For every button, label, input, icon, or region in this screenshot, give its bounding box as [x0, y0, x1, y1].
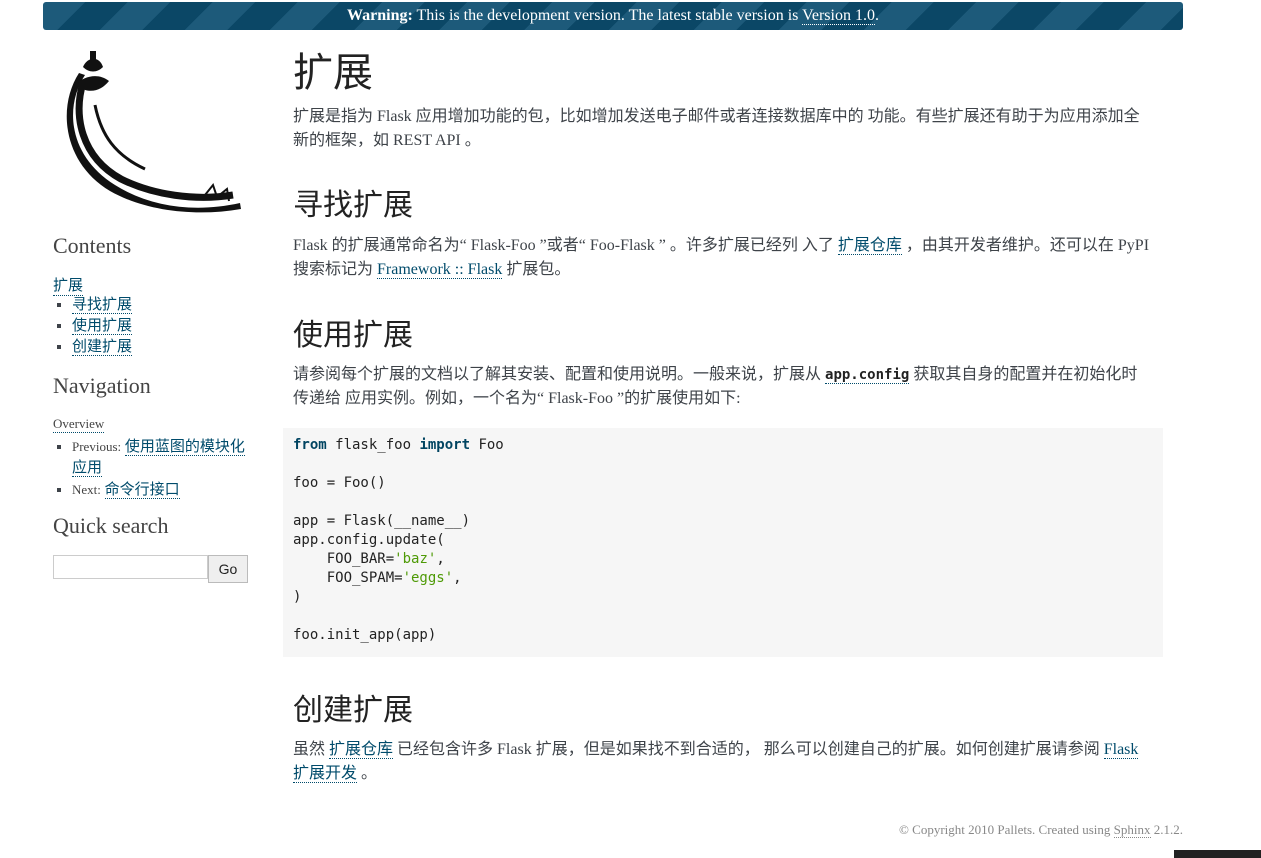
app-config-code[interactable]: app.config	[825, 367, 910, 384]
contents-link-create[interactable]: 创建扩展	[72, 339, 133, 356]
code-text: FOO_SPAM=	[293, 570, 403, 586]
section-heading-create: 创建扩展	[293, 694, 413, 727]
search-input[interactable]	[53, 555, 208, 579]
page-title: 扩展	[293, 50, 373, 95]
previous-label: Previous:	[72, 439, 122, 454]
code-string: 'eggs'	[402, 570, 454, 586]
code-line: foo = Foo()	[293, 475, 386, 491]
code-keyword: import	[419, 437, 471, 453]
create-text-3: 。	[357, 765, 378, 782]
extension-registry-link[interactable]: 扩展仓库	[837, 237, 902, 255]
use-text-1: 请参阅每个扩展的文档以了解其安装、配置和使用说明。一般来说，扩展从	[293, 366, 826, 383]
code-line: app.config.update(	[293, 532, 445, 548]
pypi-classifier-link[interactable]: Framework :: Flask	[377, 261, 503, 279]
contents-item: 寻找扩展	[72, 295, 272, 316]
code-line: app = Flask(__name__)	[293, 513, 471, 529]
navigation-list: Previous: 使用蓝图的模块化应用 Next: 命令行接口	[53, 436, 257, 501]
intro-paragraph: 扩展是指为 Flask 应用增加功能的包，比如增加发送电子邮件或者连接数据库中的…	[293, 108, 1140, 149]
create-text-1: 虽然	[293, 741, 330, 758]
banner-text: This is the development version. The lat…	[416, 7, 799, 24]
search-go-button[interactable]: Go	[208, 555, 248, 583]
code-line: foo.init_app(app)	[293, 627, 437, 643]
quick-search-heading: Quick search	[53, 513, 169, 538]
create-text-2: 已经包含许多 Flask 扩展，但是如果找不到合适的， 那么可以创建自己的扩展。…	[393, 741, 1104, 758]
corner-bar	[1174, 850, 1261, 858]
code-comma: ,	[436, 551, 445, 567]
code-line: )	[293, 589, 302, 605]
create-paragraph: 虽然 扩展仓库 已经包含许多 Flask 扩展，但是如果找不到合适的， 那么可以…	[293, 738, 1153, 786]
nav-next: Next: 命令行接口	[72, 479, 257, 501]
banner-warning-label: Warning:	[347, 7, 413, 24]
footer: © Copyright 2010 Pallets. Created using …	[899, 822, 1183, 838]
overview-link[interactable]: Overview	[53, 416, 105, 433]
find-text-1: Flask 的扩展通常命名为“ Flask-Foo ”或者“ Foo-Flask…	[293, 237, 838, 254]
code-string: 'baz'	[394, 551, 437, 567]
copyright-text: © Copyright 2010 Pallets. Created using	[899, 822, 1111, 837]
section-heading-find: 寻找扩展	[293, 189, 413, 222]
navigation-heading: Navigation	[53, 373, 151, 398]
contents-item: 创建扩展	[72, 337, 272, 358]
next-link[interactable]: 命令行接口	[104, 482, 180, 499]
use-paragraph: 请参阅每个扩展的文档以了解其安装、配置和使用说明。一般来说，扩展从 app.co…	[293, 363, 1153, 411]
stable-version-link[interactable]: Version 1.0	[802, 7, 875, 25]
contents-item: 使用扩展	[72, 316, 272, 337]
dev-version-banner: Warning: This is the development version…	[43, 2, 1183, 30]
flask-logo[interactable]	[55, 45, 245, 215]
contents-link-extensions[interactable]: 扩展	[53, 274, 84, 296]
extension-registry-link-2[interactable]: 扩展仓库	[329, 741, 394, 759]
find-text-3: 扩展包。	[502, 261, 571, 278]
next-label: Next:	[72, 482, 101, 497]
code-text: Foo	[470, 437, 504, 453]
section-heading-use: 使用扩展	[293, 319, 413, 352]
banner-period: .	[874, 7, 879, 24]
contents-link-use[interactable]: 使用扩展	[72, 318, 133, 335]
code-comma: ,	[453, 570, 462, 586]
code-text: flask_foo	[326, 437, 420, 453]
contents-list: 寻找扩展 使用扩展 创建扩展	[53, 295, 272, 358]
nav-previous: Previous: 使用蓝图的模块化应用	[72, 436, 257, 479]
sphinx-link[interactable]: Sphinx	[1113, 822, 1151, 838]
quick-search-form: Go	[53, 555, 248, 583]
code-text: FOO_BAR=	[293, 551, 395, 567]
sphinx-version: 2.1.2.	[1153, 822, 1183, 837]
contents-link-find[interactable]: 寻找扩展	[72, 297, 133, 314]
find-paragraph: Flask 的扩展通常命名为“ Flask-Foo ”或者“ Foo-Flask…	[293, 234, 1153, 282]
contents-heading: Contents	[53, 233, 132, 258]
code-block: from flask_foo import Foo foo = Foo() ap…	[283, 428, 1163, 657]
code-keyword: from	[293, 437, 327, 453]
